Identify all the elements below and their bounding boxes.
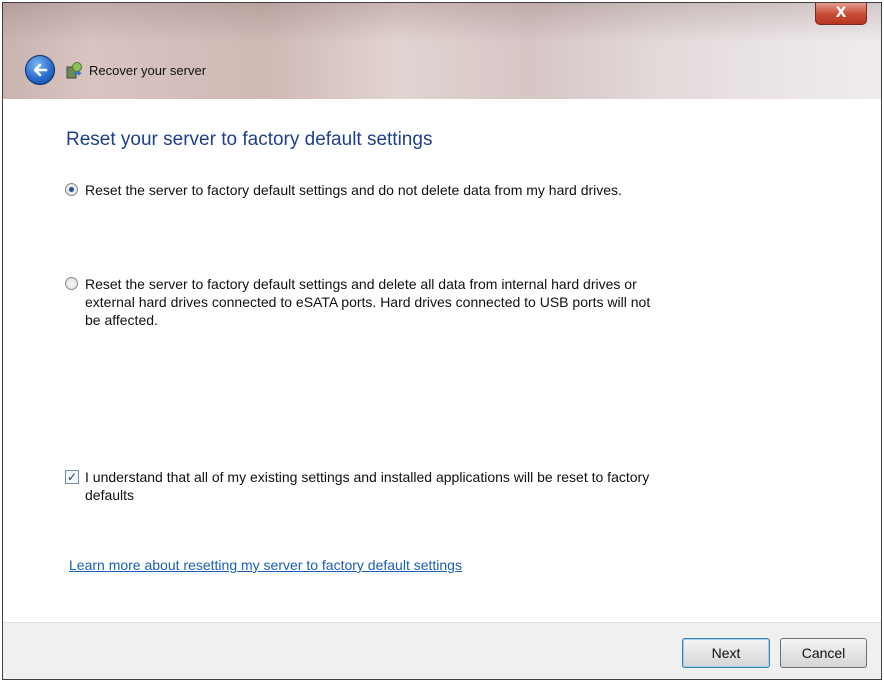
page-heading: Reset your server to factory default set… <box>66 129 433 150</box>
recover-server-window: X Recover your server Reset your server … <box>2 2 882 680</box>
option-delete-data-label: Reset the server to factory default sett… <box>85 275 650 329</box>
close-button[interactable]: X <box>815 3 867 25</box>
confirm-reset[interactable]: ✓ I understand that all of my existing s… <box>65 468 785 508</box>
cancel-button[interactable]: Cancel <box>780 638 867 668</box>
close-icon[interactable]: X <box>836 5 847 21</box>
learn-more-link[interactable]: Learn more about resetting my server to … <box>69 557 462 573</box>
radio-delete-data[interactable] <box>65 277 78 290</box>
option-delete-data-line-1[interactable]: Reset the server to factory default sett… <box>85 275 650 293</box>
confirm-label: I understand that all of my existing set… <box>85 468 649 504</box>
confirm-label-line-1[interactable]: I understand that all of my existing set… <box>85 468 649 486</box>
title-bar[interactable] <box>3 3 881 99</box>
wizard-content <box>3 99 881 622</box>
option-keep-data-label[interactable]: Reset the server to factory default sett… <box>85 181 622 199</box>
option-keep-data[interactable]: Reset the server to factory default sett… <box>65 181 785 201</box>
option-delete-data-line-3[interactable]: be affected. <box>85 311 650 329</box>
wizard-footer: Next Cancel <box>3 622 881 679</box>
option-delete-data-line-2[interactable]: external hard drives connected to eSATA … <box>85 293 650 311</box>
server-recovery-icon <box>66 62 82 79</box>
option-delete-data[interactable]: Reset the server to factory default sett… <box>65 275 785 335</box>
back-arrow-icon <box>33 63 48 77</box>
next-button[interactable]: Next <box>682 638 770 668</box>
radio-keep-data[interactable] <box>65 183 78 196</box>
back-button[interactable] <box>25 55 55 85</box>
confirm-label-line-2[interactable]: defaults <box>85 486 649 504</box>
window-title: Recover your server <box>89 63 207 78</box>
confirm-checkbox[interactable]: ✓ <box>65 470 79 484</box>
